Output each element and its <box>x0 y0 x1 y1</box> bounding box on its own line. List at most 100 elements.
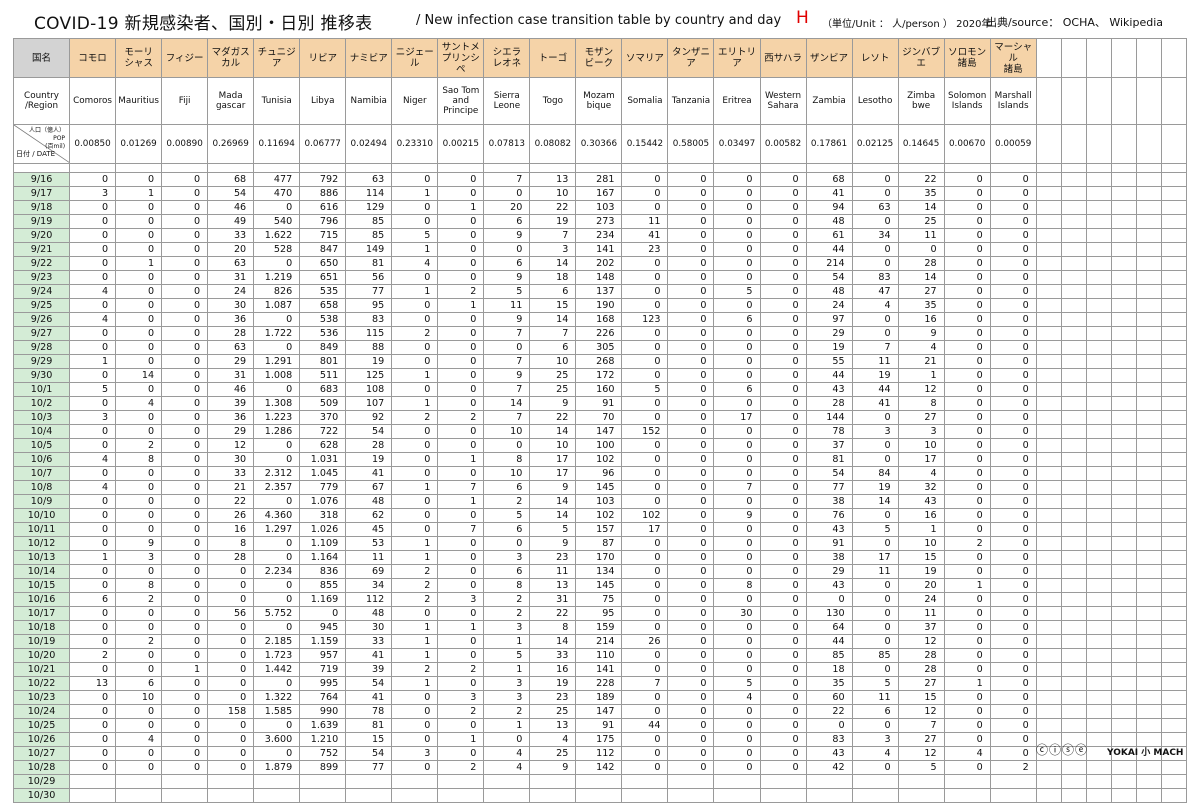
case-count-cell: 2.312 <box>253 466 301 481</box>
empty-cell <box>1110 228 1137 243</box>
case-count-cell: 0 <box>207 578 255 593</box>
case-count-cell: 0 <box>437 242 485 257</box>
case-count-cell: 1.291 <box>253 354 301 369</box>
case-count-cell: 189 <box>575 690 623 705</box>
case-count-cell: 0 <box>667 200 715 215</box>
population-value: 0.26969 <box>207 124 255 164</box>
country-name-ja: ニジェール <box>391 38 439 78</box>
case-count-cell: 24 <box>207 284 255 299</box>
empty-cell <box>1035 620 1062 635</box>
case-count-cell: 17 <box>529 452 577 467</box>
case-count-cell: 214 <box>575 634 623 649</box>
case-count-cell: 39 <box>345 662 393 677</box>
case-count-cell: 0 <box>667 284 715 299</box>
case-count-cell: 1.286 <box>253 424 301 439</box>
case-count-cell <box>989 774 1037 789</box>
empty-cell <box>1085 284 1112 299</box>
case-count-cell: 43 <box>805 578 853 593</box>
case-count-cell: 0 <box>759 312 807 327</box>
case-count-cell: 0 <box>989 270 1037 285</box>
case-count-cell: 0 <box>943 522 991 537</box>
case-count-cell: 10 <box>115 690 163 705</box>
date-cell: 10/10 <box>12 508 71 523</box>
case-count-cell: 172 <box>575 368 623 383</box>
case-count-cell: 20 <box>897 578 945 593</box>
table-row: 10/21 0 0 1 0 1.442 719 39 2 2 1 16 141 0 0 0 0 18 0 28 0 0 <box>12 662 1188 677</box>
case-count-cell: 0 <box>115 704 163 719</box>
case-count-cell: 134 <box>575 564 623 579</box>
case-count-cell: 20 <box>483 200 531 215</box>
case-count-cell: 160 <box>575 382 623 397</box>
empty-cell <box>1060 410 1087 425</box>
date-cell: 9/16 <box>12 172 71 187</box>
case-count-cell: 0 <box>161 200 209 215</box>
case-count-cell <box>529 788 577 803</box>
empty-cell <box>1160 788 1188 803</box>
empty-cell <box>1085 228 1112 243</box>
case-count-cell: 5 <box>713 676 761 691</box>
empty-cell <box>1160 396 1188 411</box>
case-count-cell: 0 <box>989 592 1037 607</box>
date-cell: 10/27 <box>12 746 71 761</box>
case-count-cell: 56 <box>345 270 393 285</box>
country-name-en: Togo <box>529 77 577 125</box>
case-count-cell: 1 <box>437 452 485 467</box>
table-row: 10/25 0 0 0 0 0 1.639 81 0 0 1 13 91 44 0 0 0 0 0 7 0 0 <box>12 718 1188 733</box>
empty-cell <box>1035 256 1062 271</box>
case-count-cell: 1.031 <box>299 452 347 467</box>
empty-cell <box>1060 662 1087 677</box>
empty-cell <box>1060 480 1087 495</box>
spacer-cell <box>207 163 255 173</box>
case-count-cell: 0 <box>161 242 209 257</box>
case-count-cell: 48 <box>805 214 853 229</box>
empty-cell <box>1135 508 1162 523</box>
empty-cell <box>1110 438 1137 453</box>
date-cell: 9/28 <box>12 340 71 355</box>
empty-cell <box>1110 298 1137 313</box>
case-count-cell: 0 <box>667 298 715 313</box>
case-count-cell: 43 <box>805 382 853 397</box>
case-count-cell: 0 <box>667 480 715 495</box>
empty-cell <box>1160 312 1188 327</box>
case-count-cell: 0 <box>437 396 485 411</box>
date-cell: 10/15 <box>12 578 71 593</box>
case-count-cell: 0 <box>667 410 715 425</box>
case-count-cell: 0 <box>943 186 991 201</box>
case-count-cell: 11 <box>621 214 669 229</box>
empty-cell <box>1035 480 1062 495</box>
empty-cell <box>1060 690 1087 705</box>
empty-cell <box>1035 38 1062 78</box>
case-count-cell: 0 <box>391 354 439 369</box>
case-count-cell: 45 <box>345 522 393 537</box>
case-count-cell <box>943 774 991 789</box>
empty-cell <box>1135 522 1162 537</box>
date-cell: 10/30 <box>12 788 71 803</box>
case-count-cell: 12 <box>207 438 255 453</box>
case-count-cell: 0 <box>161 760 209 775</box>
case-count-cell: 0 <box>115 466 163 481</box>
empty-cell <box>1110 466 1137 481</box>
case-count-cell: 0 <box>483 536 531 551</box>
empty-cell <box>1135 718 1162 733</box>
date-cell: 10/24 <box>12 704 71 719</box>
empty-cell <box>1160 620 1188 635</box>
case-count-cell: 683 <box>299 382 347 397</box>
empty-cell <box>1135 340 1162 355</box>
table-row: 9/16 0 0 0 68 477 792 63 0 0 7 13 281 0 0 0 0 68 0 22 0 0 <box>12 172 1188 187</box>
case-count-cell: 0 <box>667 312 715 327</box>
case-count-cell: 0 <box>437 312 485 327</box>
date-cell: 10/22 <box>12 676 71 691</box>
case-count-cell: 801 <box>299 354 347 369</box>
case-count-cell: 0 <box>759 522 807 537</box>
empty-cell <box>1060 592 1087 607</box>
case-count-cell: 0 <box>759 550 807 565</box>
case-count-cell: 0 <box>667 466 715 481</box>
case-count-cell: 0 <box>437 382 485 397</box>
case-count-cell: 0 <box>713 620 761 635</box>
case-count-cell: 0 <box>391 704 439 719</box>
case-count-cell: 0 <box>115 312 163 327</box>
case-count-cell: 14 <box>529 312 577 327</box>
case-count-cell: 0 <box>759 270 807 285</box>
case-count-cell: 3 <box>851 732 899 747</box>
case-count-cell: 168 <box>575 312 623 327</box>
